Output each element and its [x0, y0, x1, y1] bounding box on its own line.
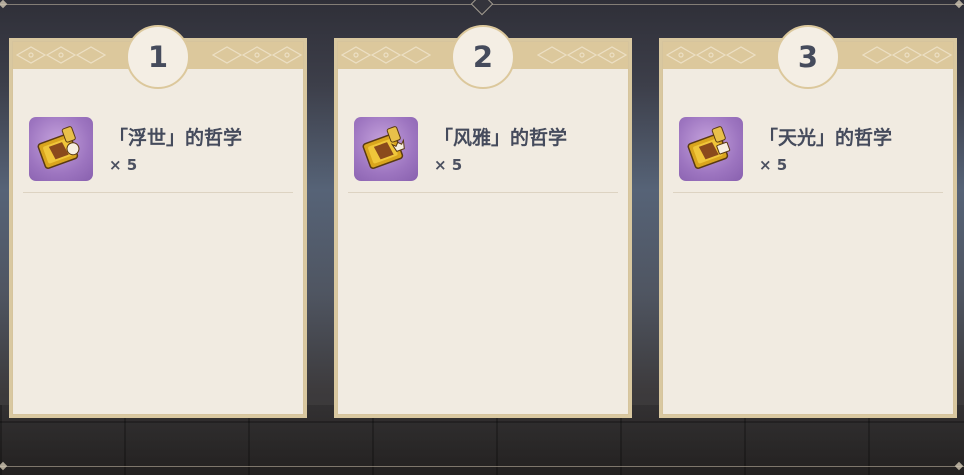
- talent-book-icon[interactable]: [679, 117, 743, 181]
- reward-item[interactable]: 「浮世」的哲学 × 5: [29, 117, 293, 183]
- item-name: 「天光」的哲学: [759, 127, 893, 149]
- card-number-badge: 2: [451, 25, 515, 89]
- reward-card-3: 3 「天光」的哲学 × 5: [659, 25, 957, 418]
- item-count: × 5: [434, 156, 463, 174]
- item-name: 「浮世」的哲学: [109, 127, 243, 149]
- divider: [673, 192, 943, 193]
- card-body: 2 「风雅」的哲学 × 5: [337, 25, 629, 415]
- top-diamond-ornament: [470, 0, 494, 16]
- reward-card-2: 2 「风雅」的哲学 × 5: [334, 25, 632, 418]
- rule-end-dot: [954, 0, 964, 9]
- item-count: × 5: [109, 156, 138, 174]
- talent-book-icon[interactable]: [354, 117, 418, 181]
- reward-item[interactable]: 「天光」的哲学 × 5: [679, 117, 943, 183]
- card-number-badge: 3: [776, 25, 840, 89]
- divider: [348, 192, 618, 193]
- card-body: 1 「浮世」的哲学 × 5: [12, 25, 304, 415]
- bottom-ornament-rule: [0, 466, 964, 467]
- divider: [23, 192, 293, 193]
- rule-end-dot: [0, 0, 8, 9]
- card-body: 3 「天光」的哲学 × 5: [662, 25, 954, 415]
- reward-card-1: 1 「浮世」的哲学 × 5: [9, 25, 307, 418]
- item-count: × 5: [759, 156, 788, 174]
- reward-item[interactable]: 「风雅」的哲学 × 5: [354, 117, 618, 183]
- item-name: 「风雅」的哲学: [434, 127, 568, 149]
- talent-book-icon[interactable]: [29, 117, 93, 181]
- card-number-badge: 1: [126, 25, 190, 89]
